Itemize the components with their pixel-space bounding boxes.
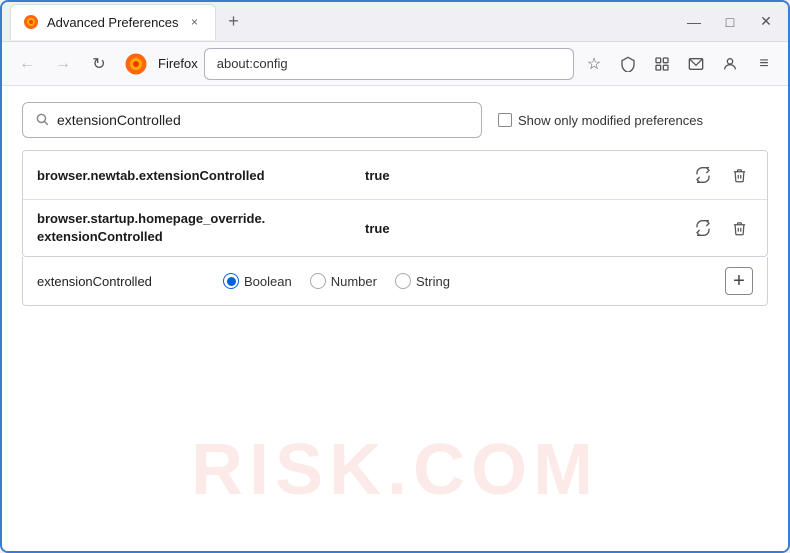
radio-boolean[interactable]: Boolean	[223, 273, 292, 289]
content-area: RISK.COM Show only modified preferences	[2, 86, 788, 551]
reload-button[interactable]: ↻	[84, 49, 114, 79]
radio-string[interactable]: String	[395, 273, 450, 289]
radio-string-circle	[395, 273, 411, 289]
address-bar[interactable]: about:config	[204, 48, 574, 80]
show-modified-wrap[interactable]: Show only modified preferences	[498, 113, 703, 128]
radio-number-circle	[310, 273, 326, 289]
add-preference-button[interactable]: +	[725, 267, 753, 295]
delete-button-2[interactable]	[725, 214, 753, 242]
firefox-logo-icon	[124, 52, 148, 76]
pref-name-2: browser.startup.homepage_override. exten…	[37, 210, 357, 246]
browser-tab[interactable]: Advanced Preferences ×	[10, 4, 216, 40]
show-modified-checkbox[interactable]	[498, 113, 512, 127]
back-button[interactable]: ←	[12, 49, 42, 79]
close-button[interactable]: ✕	[752, 8, 780, 36]
pref-value-2: true	[365, 221, 390, 236]
delete-button-1[interactable]	[725, 161, 753, 189]
title-bar: Advanced Preferences × + — □ ✕	[2, 2, 788, 42]
show-modified-label: Show only modified preferences	[518, 113, 703, 128]
nav-icons: ☆	[580, 50, 778, 78]
maximize-button[interactable]: □	[716, 8, 744, 36]
table-row[interactable]: browser.newtab.extensionControlled true	[23, 151, 767, 200]
search-bar-row: Show only modified preferences	[22, 102, 768, 138]
table-row[interactable]: browser.startup.homepage_override. exten…	[23, 200, 767, 256]
search-icon	[35, 112, 49, 129]
shield-icon[interactable]	[614, 50, 642, 78]
window-controls: — □ ✕	[680, 8, 780, 36]
mail-icon[interactable]	[682, 50, 710, 78]
address-text: about:config	[217, 56, 288, 71]
tab-favicon-icon	[23, 14, 39, 30]
new-tab-button[interactable]: +	[220, 8, 248, 36]
preferences-table: browser.newtab.extensionControlled true	[22, 150, 768, 257]
menu-icon[interactable]: ≡	[750, 50, 778, 78]
radio-number-label: Number	[331, 274, 377, 289]
forward-button[interactable]: →	[48, 49, 78, 79]
type-radio-group: Boolean Number String	[223, 273, 450, 289]
pref-actions-1	[689, 161, 753, 189]
radio-boolean-circle	[223, 273, 239, 289]
radio-number[interactable]: Number	[310, 273, 377, 289]
new-pref-name: extensionControlled	[37, 274, 187, 289]
pref-value-1: true	[365, 168, 390, 183]
browser-window: Advanced Preferences × + — □ ✕ ← → ↻ Fir…	[0, 0, 790, 553]
bookmark-icon[interactable]: ☆	[580, 50, 608, 78]
pref-actions-2	[689, 214, 753, 242]
reset-button-1[interactable]	[689, 161, 717, 189]
radio-boolean-label: Boolean	[244, 274, 292, 289]
nav-bar: ← → ↻ Firefox about:config ☆	[2, 42, 788, 86]
pref-name-1: browser.newtab.extensionControlled	[37, 168, 357, 183]
extension-icon[interactable]	[648, 50, 676, 78]
search-input-wrap[interactable]	[22, 102, 482, 138]
minimize-button[interactable]: —	[680, 8, 708, 36]
tab-title: Advanced Preferences	[47, 15, 179, 30]
radio-string-label: String	[416, 274, 450, 289]
account-icon[interactable]	[716, 50, 744, 78]
search-input[interactable]	[57, 112, 469, 128]
firefox-label: Firefox	[158, 56, 198, 71]
reset-button-2[interactable]	[689, 214, 717, 242]
add-preference-row: extensionControlled Boolean Number Strin…	[22, 257, 768, 306]
watermark: RISK.COM	[191, 429, 599, 511]
tab-close-button[interactable]: ×	[187, 14, 203, 30]
